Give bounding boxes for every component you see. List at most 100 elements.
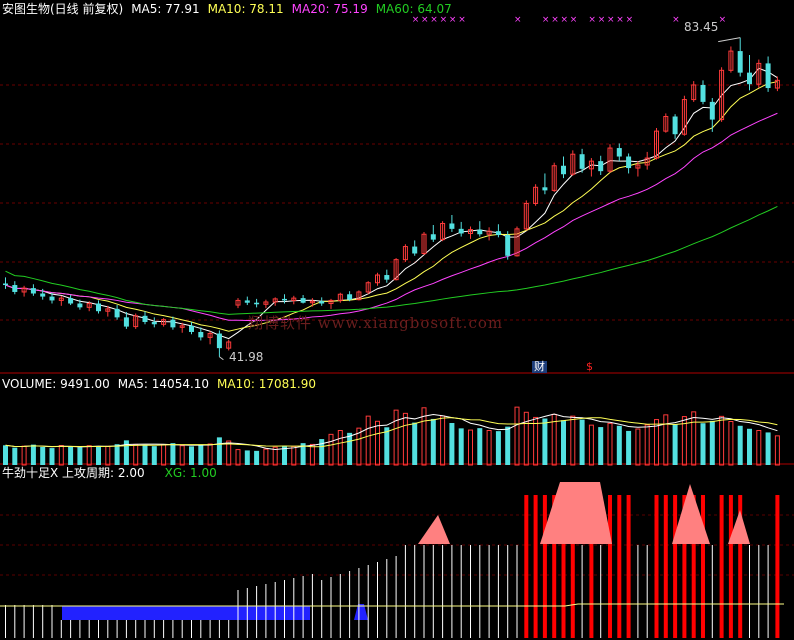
watermark: 翔博软件 www.xiangbosoft.com [248,314,504,332]
indicator-bar [626,495,631,638]
volume-ma5-line [5,413,778,450]
volume-ma10-line [5,417,778,448]
candle [142,315,148,322]
volume-bar [542,418,548,465]
volume-bar [402,412,408,466]
candle [96,303,101,312]
signal-marker: × [570,15,578,25]
indicator-base-block [62,606,310,620]
candle [765,63,771,89]
volume-bar [161,444,167,466]
volume-bar [216,437,222,465]
candle [709,101,715,120]
volume-bar [486,430,492,466]
indicator-bar [728,495,733,638]
volume-bar [96,445,101,465]
signal-marker: × [672,15,680,25]
finance-badge[interactable]: 财 [532,361,547,373]
candle [477,229,483,235]
volume-bar [728,421,734,466]
price-header: 安图生物(日线 前复权) MA5: 77.91 MA10: 78.11 MA20: 7… [2,2,460,16]
candle [561,165,566,175]
candle [458,228,464,234]
volume-bars [3,406,780,466]
signal-marker: × [598,15,606,25]
high-price-label: 83.45 [684,20,719,34]
volume-ma10-label: MA10: 17081.90 [217,377,316,391]
volume-bar [458,428,464,465]
volume-bar [588,424,594,466]
ma60-label: MA60: 64.07 [375,2,452,16]
volume-bar [3,445,8,465]
candle [700,84,706,102]
signal-marker: × [514,15,522,25]
indicator-title: 牛劲十足X 上攻周期: 2.00 [2,466,145,480]
volume-bar [105,445,111,466]
candle [254,302,260,305]
volume-bar [468,429,473,466]
volume-bar [449,423,455,465]
ma5-label: MA5: 77.91 [131,2,200,16]
volume-bar [533,416,539,466]
high-arrow [718,37,741,43]
volume-bar [170,443,176,465]
candle [616,148,622,157]
volume-bar [291,445,297,466]
signal-marker: × [449,15,457,25]
candle [505,235,511,256]
candle [412,246,418,254]
volume-ma5-label: MA5: 14054.10 [117,377,210,391]
volume-bar [151,446,157,465]
volume-bar [756,430,762,466]
signal-marker: × [430,15,438,25]
indicator-area [540,482,612,544]
indicator-bar [608,495,612,638]
volume-bar [263,448,269,466]
volume-bar [691,411,697,466]
low-price-label: 41.98 [229,350,264,364]
candle [40,293,46,297]
candle [216,333,222,349]
candle [77,303,83,308]
signal-marker: × [542,15,550,25]
candle [542,187,548,191]
volume-bar [58,445,64,466]
volume-bar [607,422,613,466]
signal-marker: × [561,15,569,25]
dollar-badge[interactable]: $ [584,361,595,373]
candle [347,294,353,300]
volume-bar [477,428,483,465]
candle [198,331,204,338]
volume-bar [365,415,371,466]
candle [430,234,436,240]
volume-bar [765,432,771,465]
signal-markers: × × × × × × × × × × × × × × × × × × [412,15,726,25]
indicator-area [418,515,450,544]
ma60-line [5,205,778,315]
low-arrow [219,356,224,361]
volume-bar [114,444,120,465]
indicator-bar [542,495,547,638]
volume-bar [663,414,669,466]
volume-bar [198,445,204,465]
candle [598,161,604,172]
candle [626,156,632,169]
indicator-bar [654,495,659,638]
volume-bar [235,449,241,466]
volume-bar [77,447,83,465]
volume-bar [21,445,27,466]
indicator-bar [663,495,668,638]
volume-bar [12,447,18,465]
volume-bar [505,426,511,465]
candle [3,283,8,286]
signal-marker: × [440,15,448,25]
candle [300,298,306,303]
stock-title: 安图生物(日线 前复权) [2,2,124,16]
volume-bar [179,445,185,466]
volume-bar [523,411,529,466]
indicator-bar [533,495,538,638]
candle [737,51,743,73]
volume-bar [514,406,520,466]
xg-label: XG: 1.00 [164,466,217,480]
volume-bar [207,443,213,466]
